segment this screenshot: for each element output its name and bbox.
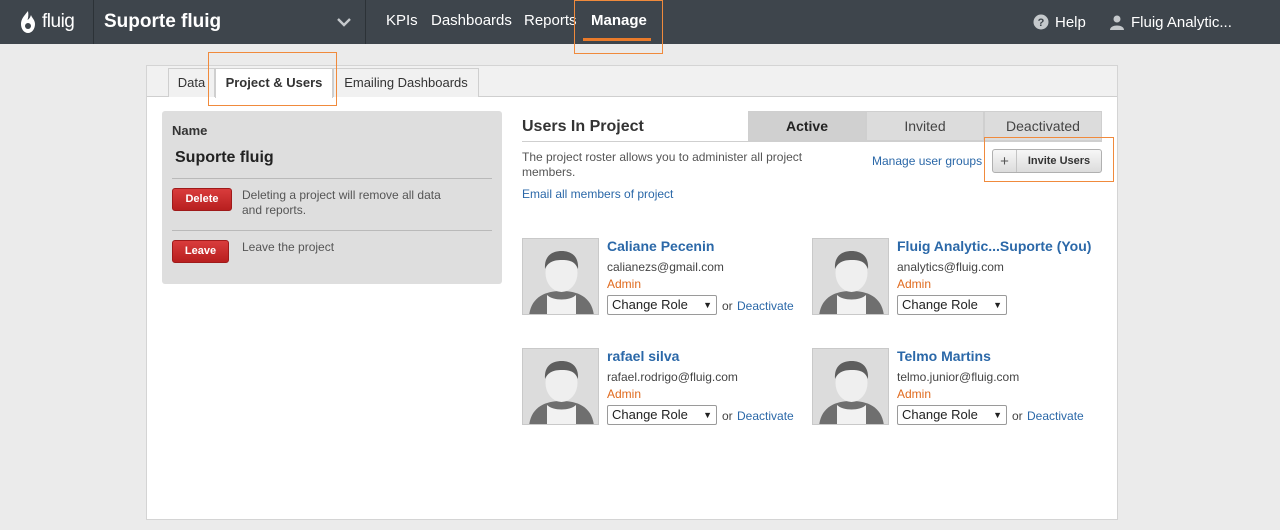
invite-users-button[interactable]: + Invite Users xyxy=(992,149,1102,173)
change-role-label: Change Role xyxy=(612,297,688,312)
change-role-select[interactable]: Change Role ▼ xyxy=(897,405,1007,425)
or-text: or xyxy=(1012,409,1023,423)
dropdown-arrow-icon: ▼ xyxy=(993,410,1002,420)
leave-description: Leave the project xyxy=(242,240,335,254)
user-email: calianezs@gmail.com xyxy=(607,260,724,274)
default-avatar-icon xyxy=(813,239,888,314)
change-role-select[interactable]: Change Role ▼ xyxy=(607,295,717,315)
user-name-link[interactable]: Telmo Martins xyxy=(897,348,991,364)
users-in-project-title: Users In Project xyxy=(522,118,644,135)
help-icon: ? xyxy=(1033,14,1049,30)
user-role: Admin xyxy=(897,387,932,401)
avatar xyxy=(812,348,889,425)
delete-button[interactable]: Delete xyxy=(172,188,232,211)
nav-kpis[interactable]: KPIs xyxy=(386,0,418,44)
email-all-members-link[interactable]: Email all members of project xyxy=(522,187,673,201)
project-settings-card: Name Suporte fluig Delete Deleting a pro… xyxy=(162,111,502,284)
delete-description: Deleting a project will remove all data … xyxy=(242,188,441,217)
status-tab-deactivated[interactable]: Deactivated xyxy=(984,111,1102,141)
tab-project-users[interactable]: Project & Users xyxy=(215,68,333,98)
dropdown-arrow-icon: ▼ xyxy=(703,410,712,420)
scrollbar[interactable] xyxy=(1263,44,1280,530)
or-text: or xyxy=(722,409,733,423)
help-link[interactable]: ? Help xyxy=(1033,0,1086,44)
invite-users-label: Invite Users xyxy=(1027,155,1091,167)
default-avatar-icon xyxy=(523,239,598,314)
change-role-label: Change Role xyxy=(902,297,978,312)
manage-panel: Data Project & Users Emailing Dashboards… xyxy=(146,65,1118,520)
divider xyxy=(172,178,492,179)
user-card: Caliane Pecenin calianezs@gmail.com Admi… xyxy=(522,238,812,318)
tab-bar: Data Project & Users Emailing Dashboards xyxy=(147,66,1117,98)
user-email: telmo.junior@fluig.com xyxy=(897,370,1020,384)
help-label: Help xyxy=(1055,13,1086,31)
user-name: Fluig Analytic... xyxy=(1131,13,1232,31)
name-label: Name xyxy=(172,123,208,138)
status-tab-invited[interactable]: Invited xyxy=(866,111,984,141)
avatar xyxy=(812,238,889,315)
status-tab-active[interactable]: Active xyxy=(748,111,866,141)
chevron-down-icon[interactable] xyxy=(336,14,352,30)
user-icon xyxy=(1110,15,1124,30)
dropdown-arrow-icon: ▼ xyxy=(993,300,1002,310)
avatar xyxy=(522,238,599,315)
logo-text: fluig xyxy=(42,11,75,32)
deactivate-link[interactable]: Deactivate xyxy=(1027,409,1084,423)
user-email: rafael.rodrigo@fluig.com xyxy=(607,370,738,384)
flame-icon xyxy=(21,11,35,33)
change-role-label: Change Role xyxy=(612,407,688,422)
user-card: Fluig Analytic...Suporte (You) analytics… xyxy=(812,238,1102,318)
user-card: rafael silva rafael.rodrigo@fluig.com Ad… xyxy=(522,348,812,428)
change-role-select[interactable]: Change Role ▼ xyxy=(897,295,1007,315)
tab-data[interactable]: Data xyxy=(168,68,215,97)
active-nav-indicator xyxy=(583,38,651,41)
user-name-link[interactable]: Caliane Pecenin xyxy=(607,238,714,254)
or-text: or xyxy=(722,299,733,313)
deactivate-link[interactable]: Deactivate xyxy=(737,409,794,423)
user-card: Telmo Martins telmo.junior@fluig.com Adm… xyxy=(812,348,1102,428)
svg-text:?: ? xyxy=(1038,17,1045,29)
user-name-link[interactable]: Fluig Analytic...Suporte (You) xyxy=(897,238,1091,254)
nav-reports[interactable]: Reports xyxy=(524,0,577,44)
fluig-logo[interactable]: fluig xyxy=(18,10,75,34)
divider xyxy=(172,230,492,231)
leave-button[interactable]: Leave xyxy=(172,240,229,263)
nav-dashboards[interactable]: Dashboards xyxy=(431,0,512,44)
manage-user-groups-link[interactable]: Manage user groups xyxy=(872,154,982,168)
divider xyxy=(365,0,366,44)
user-role: Admin xyxy=(897,277,932,291)
plus-icon: + xyxy=(993,150,1017,172)
deactivate-link[interactable]: Deactivate xyxy=(737,299,794,313)
change-role-label: Change Role xyxy=(902,407,978,422)
roster-description: The project roster allows you to adminis… xyxy=(522,150,803,179)
user-name-link[interactable]: rafael silva xyxy=(607,348,679,364)
top-navigation-bar: fluig Suporte fluig KPIs Dashboards Repo… xyxy=(0,0,1280,44)
change-role-select[interactable]: Change Role ▼ xyxy=(607,405,717,425)
project-name-value: Suporte fluig xyxy=(175,149,274,166)
project-selector-label[interactable]: Suporte fluig xyxy=(104,0,221,44)
avatar xyxy=(522,348,599,425)
user-role: Admin xyxy=(607,277,642,291)
default-avatar-icon xyxy=(523,349,598,424)
divider xyxy=(522,141,1102,142)
divider xyxy=(93,0,94,44)
user-role: Admin xyxy=(607,387,642,401)
default-avatar-icon xyxy=(813,349,888,424)
user-menu[interactable]: Fluig Analytic... xyxy=(1109,0,1232,44)
tab-emailing-dashboards[interactable]: Emailing Dashboards xyxy=(333,68,479,97)
user-email: analytics@fluig.com xyxy=(897,260,1004,274)
dropdown-arrow-icon: ▼ xyxy=(703,300,712,310)
